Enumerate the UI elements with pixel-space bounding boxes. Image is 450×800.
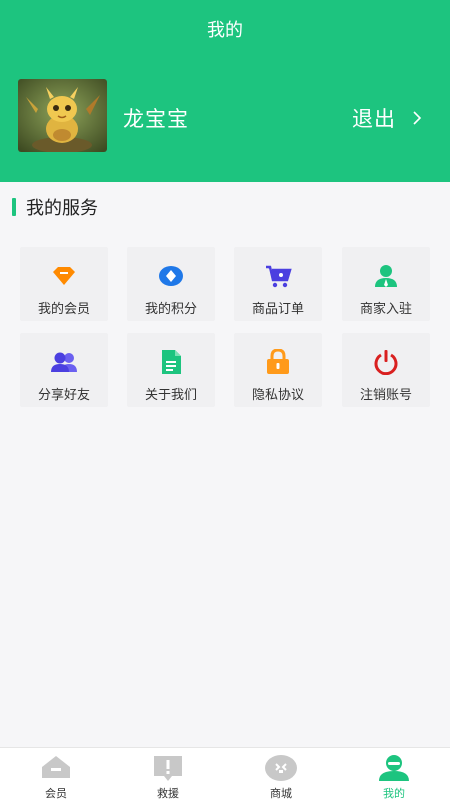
service-label: 注销账号 [359,388,412,403]
services-section-title: 我的服务 [12,196,98,219]
avatar[interactable] [18,79,107,152]
home-icon [42,756,70,778]
page-title: 我的 [207,20,243,41]
merchant-icon [375,265,397,287]
tab-membership[interactable]: 会员 [0,748,112,800]
service-merchant-join[interactable]: 商家入驻 [342,247,430,321]
alert-icon [154,756,182,781]
power-icon [374,350,398,375]
service-about-us[interactable]: 关于我们 [127,333,215,407]
tab-mine[interactable]: 我的 [338,748,450,800]
chevron-right-icon [413,111,422,125]
users-icon [51,352,77,372]
cart-icon [266,265,292,288]
tab-label: 救援 [157,787,179,800]
tab-label: 会员 [45,787,67,800]
service-label: 我的会员 [37,302,90,317]
service-label: 我的积分 [144,302,197,317]
service-product-orders[interactable]: 商品订单 [234,247,322,321]
profile-header: 我的 龙宝宝 退出 [0,0,450,182]
lock-icon [267,349,289,374]
points-icon [159,266,183,286]
section-accent-bar [12,198,16,216]
service-privacy-policy[interactable]: 隐私协议 [234,333,322,407]
service-delete-account[interactable]: 注销账号 [342,333,430,407]
service-my-membership[interactable]: 我的会员 [20,247,108,321]
tab-rescue[interactable]: 救援 [112,748,224,800]
service-label: 分享好友 [37,388,90,403]
logout-button[interactable]: 退出 [352,103,424,133]
document-icon [162,350,181,374]
service-label: 关于我们 [144,388,197,403]
service-label: 商品订单 [251,302,304,317]
mall-icon [265,755,297,781]
user-icon [379,755,409,781]
tab-mall[interactable]: 商城 [225,748,337,800]
username: 龙宝宝 [123,107,189,131]
tab-label: 商城 [270,787,292,800]
section-title-text: 我的服务 [26,198,98,219]
bottom-tab-bar: 会员 救援 商城 我的 [0,747,450,800]
logout-label: 退出 [352,107,396,131]
avatar-image [18,79,107,152]
tab-label: 我的 [383,787,405,800]
diamond-icon [53,267,75,285]
service-label: 隐私协议 [251,388,304,403]
service-my-points[interactable]: 我的积分 [127,247,215,321]
service-label: 商家入驻 [359,302,412,317]
service-share-friends[interactable]: 分享好友 [20,333,108,407]
